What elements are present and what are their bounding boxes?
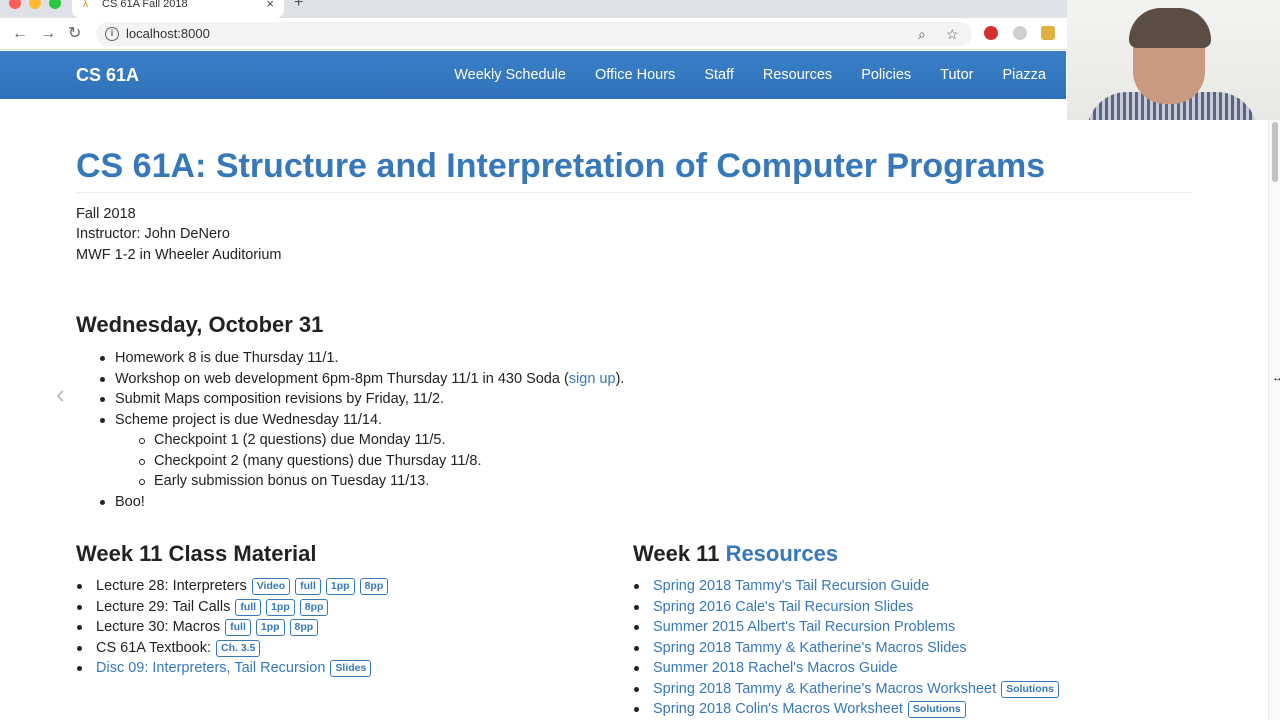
scrollbar-thumb[interactable] (1272, 122, 1278, 182)
page-title: CS 61A: Structure and Interpretation of … (76, 147, 1046, 185)
forward-button[interactable]: → (40, 24, 56, 44)
back-button[interactable]: ← (12, 24, 28, 44)
resource-link[interactable]: Summer 2015 Albert's Tail Recursion Prob… (653, 619, 955, 635)
previous-week-arrow-icon[interactable]: ‹ (56, 380, 65, 408)
webcam-overlay (1067, 0, 1280, 120)
reload-button[interactable]: ↻ (68, 24, 81, 44)
nav-policies[interactable]: Policies (861, 66, 911, 84)
solutions-badge[interactable]: Solutions (907, 701, 966, 718)
resource-item: Spring 2018 Colin's Macros Worksheet Solu… (634, 699, 1059, 720)
solutions-badge[interactable]: Solutions (1001, 680, 1059, 698)
resource-link[interactable]: Spring 2018 Colin's Macros Worksheet (653, 701, 903, 717)
resources-list: Spring 2018 Tammy's Tail Recursion Guide… (634, 576, 1059, 720)
maximize-window-button[interactable] (49, 0, 61, 9)
resource-item: Spring 2018 Tammy & Katherine's Macros S… (634, 638, 1059, 659)
lecture-30-item: Lecture 30: Macros full 1pp 8pp (76, 617, 388, 638)
full-badge[interactable]: full (225, 619, 251, 636)
resources-heading-prefix: Week 11 (633, 541, 726, 566)
lambda-favicon-icon: λ (83, 0, 88, 10)
resources-heading-link[interactable]: Resources (726, 541, 839, 566)
8pp-badge[interactable]: 8pp (289, 619, 319, 636)
browser-tab[interactable]: λ CS 61A Fall 2018 × (72, 0, 284, 18)
1pp-badge[interactable]: 1pp (255, 619, 285, 636)
1pp-badge[interactable]: 1pp (325, 578, 355, 595)
slides-badge[interactable]: Slides (330, 660, 372, 677)
resources-heading: Week 11 Resources (633, 541, 838, 567)
zoom-icon[interactable]: ⌕ (918, 25, 926, 43)
info-icon[interactable]: i (105, 27, 119, 41)
8pp-badge[interactable]: 8pp (299, 598, 329, 616)
resource-link[interactable]: Spring 2016 Cale's Tail Recursion Slides (653, 599, 913, 615)
resource-item: Spring 2016 Cale's Tail Recursion Slides (634, 597, 1059, 618)
discussion-link[interactable]: Disc 09: Interpreters, Tail Recursion (96, 660, 325, 676)
tab-title: CS 61A Fall 2018 (102, 0, 188, 10)
resize-cursor-icon: ↔ (1272, 372, 1280, 384)
course-term: Fall 2018 (76, 206, 136, 222)
list-item: Boo! (99, 492, 624, 513)
lecture-28-item: Lecture 28: Interpreters Video full 1pp 8pp (76, 576, 389, 597)
full-badge[interactable]: full (235, 598, 262, 616)
class-material-heading: Week 11 Class Material (76, 541, 317, 566)
close-window-button[interactable] (9, 0, 21, 9)
discussion-item: Disc 09: Interpreters, Tail Recursion Sli… (76, 658, 388, 679)
resource-link[interactable]: Spring 2018 Tammy & Katherine's Macros S… (653, 640, 967, 656)
new-tab-button[interactable]: + (294, 0, 303, 12)
resource-link[interactable]: Summer 2018 Rachel's Macros Guide (653, 660, 898, 676)
lecture-29-label: Lecture 29: Tail Calls (96, 598, 231, 615)
url-text[interactable]: localhost:8000 (126, 26, 210, 42)
sub-list-item: Early submission bonus on Tuesday 11/13. (138, 471, 624, 492)
resource-item: Summer 2015 Albert's Tail Recursion Prob… (634, 617, 1059, 638)
lecture-30-label: Lecture 30: Macros (96, 619, 221, 635)
lock-extension-icon[interactable] (1041, 26, 1055, 40)
workshop-text: Workshop on web development 6pm-8pm Thur… (115, 370, 569, 387)
resource-item: Spring 2018 Tammy's Tail Recursion Guide (634, 576, 1059, 597)
site-navbar: CS 61A Weekly Schedule Office Hours Staf… (0, 51, 1066, 99)
8pp-badge[interactable]: 8pp (359, 578, 389, 595)
nav-links: Weekly Schedule Office Hours Staff Resou… (425, 66, 1046, 84)
full-badge[interactable]: full (295, 578, 321, 595)
nav-tutor[interactable]: Tutor (940, 66, 973, 84)
announcement-list: Homework 8 is due Thursday 11/1. Worksho… (99, 348, 625, 513)
resource-link[interactable]: Spring 2018 Tammy's Tail Recursion Guide (653, 578, 929, 594)
bookmark-star-icon[interactable]: ☆ (946, 25, 959, 43)
list-item: Homework 8 is due Thursday 11/1. (99, 348, 624, 369)
class-material-list: Lecture 28: Interpreters Video full 1pp 8pp … (76, 576, 389, 679)
announcement-heading: Wednesday, October 31 (76, 312, 324, 337)
sign-up-link[interactable]: sign up (569, 371, 616, 387)
lecture-29-item: Lecture 29: Tail Calls full 1pp 8pp (76, 597, 388, 618)
extension-icon[interactable] (1013, 26, 1027, 40)
lecture-28-label: Lecture 28: Interpreters (96, 578, 247, 594)
address-bar[interactable]: i localhost:8000 ⌕ ☆ (96, 22, 972, 46)
title-divider (76, 192, 1192, 193)
minimize-window-button[interactable] (29, 0, 41, 9)
resource-link[interactable]: Spring 2018 Tammy & Katherine's Macros W… (653, 681, 996, 697)
workshop-text-end: ). (615, 370, 625, 387)
resource-item: Summer 2018 Rachel's Macros Guide (634, 658, 1059, 679)
nav-piazza[interactable]: Piazza (1002, 66, 1046, 84)
tab-close-icon[interactable]: × (266, 0, 274, 11)
course-instructor: Instructor: John DeNero (76, 226, 230, 242)
textbook-item: CS 61A Textbook: Ch. 3.5 (76, 638, 388, 659)
presenter-hair (1129, 8, 1211, 48)
sub-list-item: Checkpoint 2 (many questions) due Thursd… (138, 451, 624, 472)
sub-list-item: Checkpoint 1 (2 questions) due Monday 11… (138, 430, 624, 451)
nav-staff[interactable]: Staff (704, 66, 734, 84)
course-schedule: MWF 1-2 in Wheeler Auditorium (76, 247, 282, 263)
opera-extension-icon[interactable] (984, 26, 998, 40)
list-item: Workshop on web development 6pm-8pm Thur… (99, 369, 625, 390)
resource-item: Spring 2018 Tammy & Katherine's Macros W… (634, 679, 1059, 700)
chapter-badge[interactable]: Ch. 3.5 (216, 639, 261, 657)
nav-office-hours[interactable]: Office Hours (595, 66, 675, 84)
video-badge[interactable]: Video (251, 578, 291, 595)
site-brand[interactable]: CS 61A (76, 65, 139, 85)
page-scrollbar[interactable] (1268, 120, 1280, 720)
list-item: Scheme project is due Wednesday 11/14. (99, 410, 624, 431)
list-item: Submit Maps composition revisions by Fri… (99, 389, 624, 410)
nav-resources[interactable]: Resources (763, 66, 832, 84)
nav-weekly-schedule[interactable]: Weekly Schedule (454, 66, 566, 84)
1pp-badge[interactable]: 1pp (266, 598, 295, 616)
textbook-label: CS 61A Textbook: (96, 639, 212, 656)
